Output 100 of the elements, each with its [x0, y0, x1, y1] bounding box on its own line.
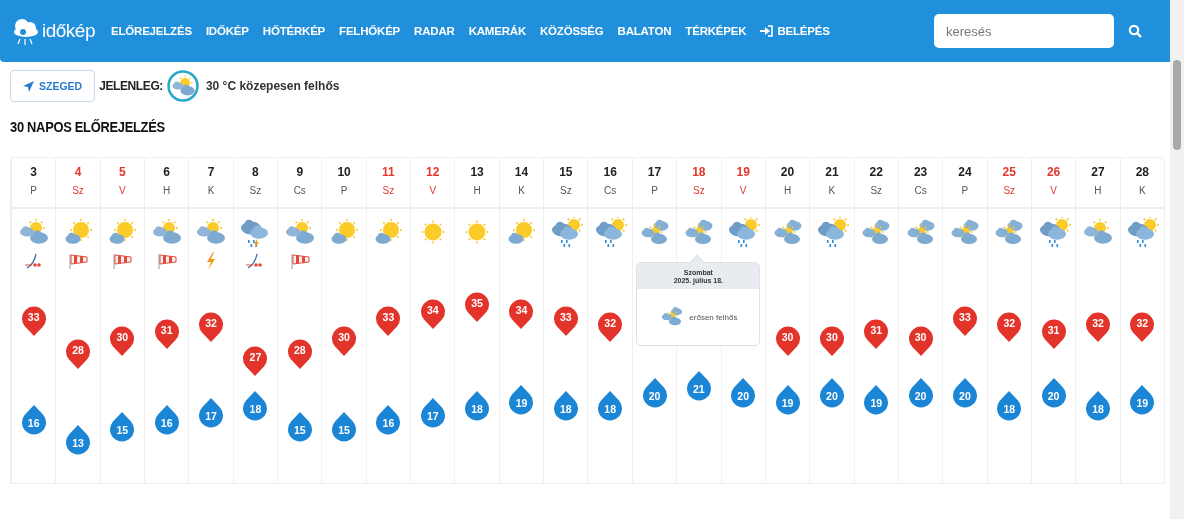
max-temperature-marker: 34: [419, 297, 446, 329]
weekday: Sz: [870, 185, 883, 196]
min-temperature-marker: 16: [153, 404, 180, 436]
day-date: 24: [958, 165, 972, 179]
max-temperature-marker: 33: [951, 304, 978, 336]
weekday: Sz: [249, 185, 262, 196]
weekday: V: [739, 185, 747, 196]
day-date: 22: [869, 165, 883, 179]
min-temperature-marker: 21: [685, 371, 712, 402]
day-date: 11: [382, 165, 395, 179]
day-date: 9: [296, 165, 304, 179]
max-temperature-marker: 31: [1040, 318, 1067, 349]
day-date: 13: [470, 165, 484, 179]
weekday: P: [651, 185, 658, 196]
max-temperature-marker: 30: [109, 324, 136, 356]
min-temperature-marker: 15: [331, 411, 358, 443]
max-temperature-marker: 30: [907, 324, 934, 356]
location-arrow-icon: [23, 80, 34, 92]
day-date: 17: [647, 165, 662, 179]
day-date: 27: [1091, 165, 1105, 179]
login-icon: [760, 25, 775, 37]
location-button[interactable]: SZEGED: [10, 70, 96, 102]
day-date: 23: [913, 165, 928, 179]
max-temperature-marker: 31: [863, 318, 890, 349]
max-temperature-marker: 33: [20, 304, 47, 336]
weather-icon: [166, 70, 199, 102]
weekday: K: [207, 185, 215, 196]
max-temperature-marker: 33: [552, 304, 579, 336]
day-date: 21: [825, 165, 839, 179]
nav-link[interactable]: KAMERÁK: [468, 25, 526, 37]
weekday: Sz: [559, 185, 572, 196]
nav-link[interactable]: TÉRKÉPEK: [685, 25, 747, 37]
day-date: 15: [559, 165, 573, 179]
min-temperature-marker: 18: [996, 391, 1023, 423]
day-date: 12: [426, 165, 440, 179]
min-temperature-marker: 20: [907, 377, 934, 409]
min-temperature-marker: 20: [818, 377, 845, 409]
search-field[interactable]: keresés: [934, 14, 1114, 48]
weekday: Sz: [382, 185, 395, 196]
day-date: 10: [337, 165, 351, 179]
min-temperature-marker: 18: [242, 391, 269, 423]
min-temperature-marker: 18: [1084, 391, 1111, 423]
min-temperature-marker: 20: [1040, 377, 1067, 409]
day-date: 4: [74, 165, 82, 179]
max-temperature-marker: 30: [818, 324, 845, 356]
day-date: 28: [1135, 165, 1149, 179]
max-temperature-marker: 32: [597, 311, 624, 343]
weekday: P: [340, 185, 348, 196]
min-temperature-marker: 13: [65, 425, 91, 456]
max-temperature-marker: 32: [198, 311, 225, 343]
weekday: H: [473, 185, 481, 196]
max-temperature-marker: 32: [1084, 311, 1111, 343]
nav-link[interactable]: IDŐKÉP: [205, 25, 249, 37]
weekday: V: [119, 185, 126, 196]
weekday: Cs: [293, 185, 306, 196]
max-temperature-marker: 31: [153, 318, 180, 349]
min-temperature-marker: 15: [109, 411, 136, 443]
search-icon[interactable]: [1128, 24, 1142, 38]
weekday: H: [783, 185, 792, 196]
max-temperature-marker: 30: [774, 324, 801, 356]
section-title: 30 NAPOS ELŐREJELZÉS: [10, 119, 166, 135]
day-date: 19: [736, 165, 750, 179]
logo[interactable]: időkép: [42, 20, 95, 42]
min-temperature-marker: 17: [198, 398, 225, 429]
day-date: 6: [163, 165, 171, 179]
max-temperature-marker: 27: [242, 345, 269, 376]
current-label: JELENLEG:: [99, 79, 163, 93]
weekday: K: [828, 185, 836, 196]
scrollbar[interactable]: [1170, 0, 1184, 519]
max-temperature-marker: 28: [286, 338, 313, 370]
min-temperature-marker: 18: [597, 391, 624, 423]
day-date: 25: [1002, 165, 1016, 179]
nav-link[interactable]: FELHŐKÉP: [339, 25, 401, 37]
nav-link[interactable]: HŐTÉRKÉP: [262, 25, 326, 37]
nav-link[interactable]: KÖZÖSSÉG: [540, 25, 604, 37]
max-temperature-marker: 32: [1129, 311, 1156, 343]
day-date: 3: [30, 165, 37, 179]
min-temperature-marker: 19: [508, 384, 535, 416]
day-date: 18: [692, 165, 706, 179]
min-temperature-marker: 18: [464, 391, 491, 423]
day-date: 8: [252, 165, 259, 179]
min-temperature-marker: 20: [951, 377, 978, 409]
weekday: P: [30, 185, 37, 196]
weekday: P: [961, 185, 969, 196]
min-temperature-marker: 18: [552, 391, 579, 423]
max-temperature-marker: 34: [508, 297, 535, 329]
min-temperature-marker: 15: [286, 411, 313, 443]
weekday: H: [163, 185, 171, 196]
day-date: 7: [207, 165, 215, 179]
nav-link[interactable]: BALATON: [617, 25, 672, 37]
weekday: K: [518, 185, 525, 196]
nav-link[interactable]: RADAR: [414, 25, 455, 37]
min-temperature-marker: 17: [419, 398, 446, 429]
weekday: Sz: [1003, 185, 1016, 196]
min-temperature-marker: 20: [730, 377, 757, 409]
nav-link[interactable]: ELŐREJELZÉS: [111, 25, 192, 37]
max-temperature-marker: 30: [331, 324, 358, 356]
day-date: 16: [603, 165, 617, 179]
min-temperature-marker: 19: [1129, 384, 1156, 416]
login-link[interactable]: BELÉPÉS: [760, 25, 830, 37]
